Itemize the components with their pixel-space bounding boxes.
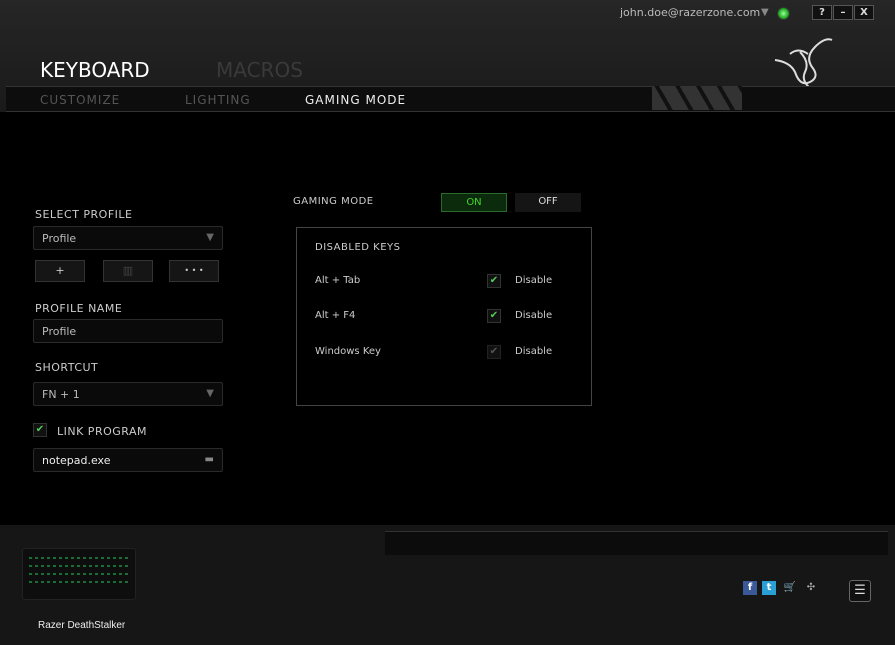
account-email[interactable]: john.doe@razerzone.com xyxy=(620,6,760,19)
device-keyboard-image[interactable] xyxy=(22,548,136,600)
device-name: Razer DeathStalker xyxy=(38,620,126,631)
alt-tab-disable-label: Disable xyxy=(515,275,553,286)
profile-select-value: Profile xyxy=(42,232,77,245)
tab-gaming-mode[interactable]: GAMING MODE xyxy=(305,93,406,107)
alt-f4-disable-label: Disable xyxy=(515,310,553,321)
delete-profile-button[interactable]: ▥ xyxy=(103,260,153,282)
tab-lighting[interactable]: LIGHTING xyxy=(185,93,251,107)
tab-keyboard[interactable]: KEYBOARD xyxy=(40,58,150,82)
cart-icon[interactable]: 🛒 xyxy=(783,581,797,595)
program-path-input[interactable]: notepad.exe ▬ xyxy=(33,448,223,472)
online-status-icon xyxy=(777,7,790,20)
help-button[interactable]: ? xyxy=(812,5,832,20)
link-program-label: LINK PROGRAM xyxy=(57,425,147,438)
trash-icon: ▥ xyxy=(122,264,134,277)
decorative-stripes xyxy=(652,86,742,110)
tab-macros[interactable]: MACROS xyxy=(216,58,303,82)
add-profile-button[interactable]: + xyxy=(35,260,85,282)
facebook-icon[interactable]: f xyxy=(743,581,757,595)
close-button[interactable]: X xyxy=(854,5,874,20)
gaming-mode-off-button[interactable]: OFF xyxy=(515,193,581,212)
chevron-down-icon: ▼ xyxy=(206,232,214,243)
profile-select[interactable]: Profile ▼ xyxy=(33,226,223,250)
profile-name-input[interactable]: Profile xyxy=(33,319,223,343)
link-program-checkbox[interactable]: ✔ xyxy=(33,423,47,437)
tab-customize[interactable]: CUSTOMIZE xyxy=(40,93,120,107)
minimize-button[interactable]: – xyxy=(833,5,853,20)
shortcut-value: FN + 1 xyxy=(42,388,80,401)
account-dropdown-icon[interactable]: ▼ xyxy=(761,7,769,18)
razer-icon[interactable]: ✣ xyxy=(804,581,818,595)
footer-band xyxy=(385,531,888,555)
gaming-mode-label: GAMING MODE xyxy=(293,196,374,207)
shortcut-select[interactable]: FN + 1 ▼ xyxy=(33,382,223,406)
more-options-button[interactable]: • • • xyxy=(169,260,219,282)
twitter-icon[interactable]: t xyxy=(762,581,776,595)
windows-key-checkbox: ✔ xyxy=(487,345,501,359)
alt-tab-checkbox[interactable]: ✔ xyxy=(487,274,501,288)
gaming-mode-on-button[interactable]: ON xyxy=(441,193,507,212)
menu-button[interactable]: ☰ xyxy=(849,580,871,602)
program-path-value: notepad.exe xyxy=(42,454,111,467)
chevron-down-icon: ▼ xyxy=(206,388,214,399)
disabled-keys-title: DISABLED KEYS xyxy=(315,242,401,253)
key-alt-f4-label: Alt + F4 xyxy=(315,310,356,321)
sub-tab-bar xyxy=(6,86,895,112)
folder-icon[interactable]: ▬ xyxy=(205,454,214,465)
key-windows-label: Windows Key xyxy=(315,346,381,357)
key-alt-tab-label: Alt + Tab xyxy=(315,275,361,286)
profile-name-label: PROFILE NAME xyxy=(35,302,123,315)
windows-key-disable-label: Disable xyxy=(515,346,553,357)
alt-f4-checkbox[interactable]: ✔ xyxy=(487,309,501,323)
select-profile-label: SELECT PROFILE xyxy=(35,208,133,221)
shortcut-label: SHORTCUT xyxy=(35,361,99,374)
